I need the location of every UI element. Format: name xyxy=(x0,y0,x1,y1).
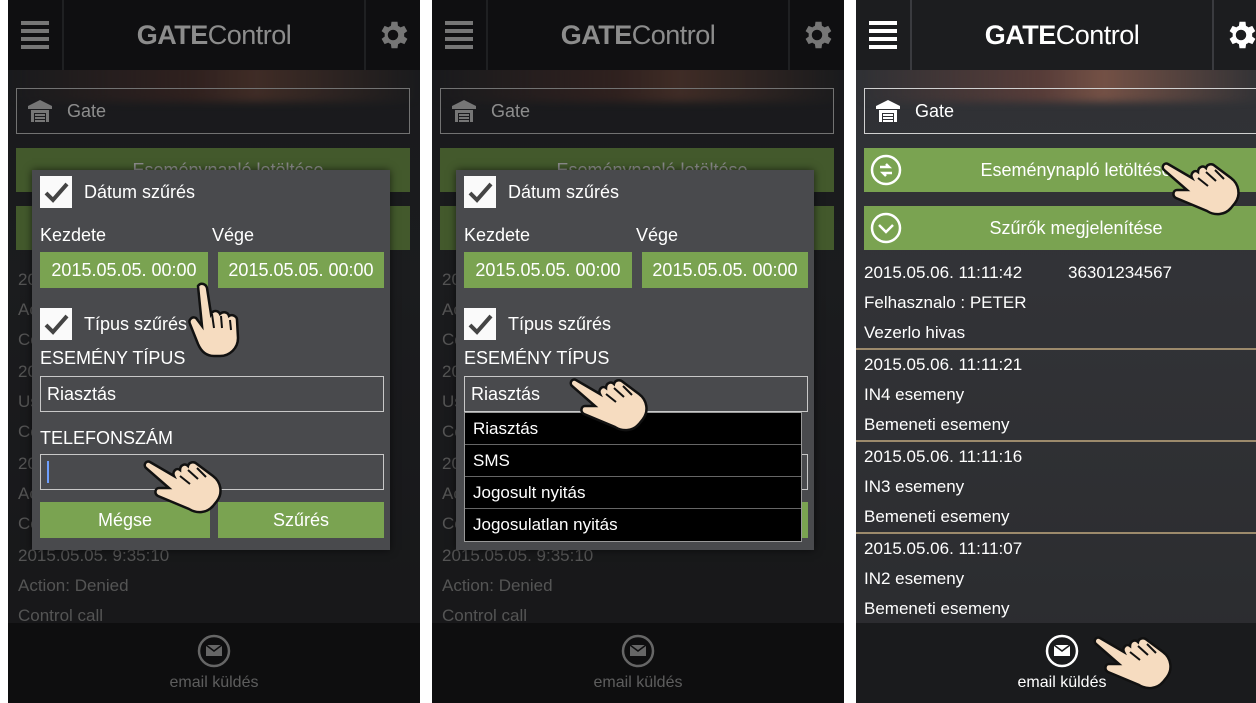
chevron-down-circle-icon xyxy=(870,212,902,244)
checkmark-icon xyxy=(468,314,493,335)
sync-icon xyxy=(870,154,902,186)
type-filter-checkbox[interactable] xyxy=(40,308,72,340)
list-item[interactable]: 2015.05.06. 11:11:21 IN4 esemeny Bemenet… xyxy=(864,350,1256,440)
date-filter-label: Dátum szűrés xyxy=(508,182,620,202)
entry-line2: IN3 esemeny xyxy=(864,477,965,496)
event-type-label: ESEMÉNY TÍPUS xyxy=(40,348,186,368)
event-type-select[interactable]: Riasztás xyxy=(40,376,384,412)
top-bar: GATE Control xyxy=(856,0,1256,70)
date-filter-label: Dátum szűrés xyxy=(84,182,196,202)
menu-icon xyxy=(869,21,897,25)
dropdown-option[interactable]: Jogosulatlan nyitás xyxy=(465,509,801,541)
pointing-hand-icon xyxy=(188,282,240,358)
entry-line2: IN2 esemeny xyxy=(864,569,965,588)
gate-label: Gate xyxy=(915,100,955,121)
entry-date: 2015.05.06. 11:11:42 xyxy=(864,263,1023,282)
menu-button[interactable] xyxy=(856,0,912,70)
dropdown-option[interactable]: Jogosult nyitás xyxy=(465,477,801,509)
checkmark-icon xyxy=(44,182,69,203)
end-label: Vége xyxy=(212,225,255,245)
gate-selector[interactable]: Gate xyxy=(864,88,1256,134)
event-type-label: ESEMÉNY TÍPUS xyxy=(464,348,610,368)
pointing-hand-icon xyxy=(143,460,222,514)
garage-icon xyxy=(876,100,900,122)
settings-button[interactable] xyxy=(1212,0,1256,70)
entry-line3: Vezerlo hivas xyxy=(864,323,966,342)
date-filter-checkbox[interactable] xyxy=(40,176,72,208)
phone-screen-type-dropdown: GATEControl Gate Eseménynapló letöltése … xyxy=(432,0,844,703)
start-date-button[interactable]: 2015.05.05. 00:00 xyxy=(464,252,632,288)
phone-label: TELEFONSZÁM xyxy=(40,428,174,448)
type-filter-label: Típus szűrés xyxy=(508,314,612,334)
entry-date: 2015.05.06. 11:11:21 xyxy=(864,355,1023,374)
list-item[interactable]: 2015.05.06. 11:11:07 IN2 esemeny Bemenet… xyxy=(864,534,1256,624)
pointing-hand-icon xyxy=(569,378,648,432)
filter-button[interactable]: Szűrés xyxy=(218,502,384,538)
start-label: Kezdete xyxy=(40,225,107,245)
entry-date: 2015.05.06. 11:11:07 xyxy=(864,539,1023,558)
type-filter-checkbox[interactable] xyxy=(464,308,496,340)
start-date-button[interactable]: 2015.05.05. 00:00 xyxy=(40,252,208,288)
list-item[interactable]: 2015.05.06. 11:11:16 IN3 esemeny Bemenet… xyxy=(864,442,1256,532)
list-item[interactable]: 2015.05.06. 11:11:42 36301234567 Felhaszn… xyxy=(864,258,1256,348)
start-label: Kezdete xyxy=(464,225,531,245)
email-icon xyxy=(1045,634,1079,668)
phone-screen-filter-dialog: GATEControl Gate Eseménynapló letöltése … xyxy=(8,0,420,703)
text-cursor xyxy=(47,461,49,483)
dropdown-option[interactable]: SMS xyxy=(465,445,801,477)
entry-line3: Bemeneti esemeny xyxy=(864,415,1010,434)
checkmark-icon xyxy=(44,314,69,335)
gear-icon xyxy=(1229,21,1256,49)
bottom-bar: email küldés xyxy=(856,623,1256,703)
end-label: Vége xyxy=(636,225,679,245)
phone-screen-event-log: GATE Control Gate Eseménynapló letöltése … xyxy=(856,0,1256,703)
entry-number: 36301234567 xyxy=(1068,263,1173,282)
pointing-hand-icon xyxy=(1093,636,1172,690)
event-log-list: 2015.05.06. 11:11:42 36301234567 Felhaszn… xyxy=(856,258,1256,624)
entry-line3: Bemeneti esemeny xyxy=(864,507,1010,526)
entry-date: 2015.05.06. 11:11:16 xyxy=(864,447,1023,466)
entry-line2: Felhasznalo : PETER xyxy=(864,293,1027,312)
entry-line2: IN4 esemeny xyxy=(864,385,965,404)
entry-line3: Bemeneti esemeny xyxy=(864,599,1010,618)
end-date-button[interactable]: 2015.05.05. 00:00 xyxy=(642,252,808,288)
pointing-hand-icon xyxy=(1161,162,1240,216)
date-filter-checkbox[interactable] xyxy=(464,176,496,208)
checkmark-icon xyxy=(468,182,493,203)
type-filter-label: Típus szűrés xyxy=(84,314,188,334)
app-title: GATE Control xyxy=(984,19,1140,50)
